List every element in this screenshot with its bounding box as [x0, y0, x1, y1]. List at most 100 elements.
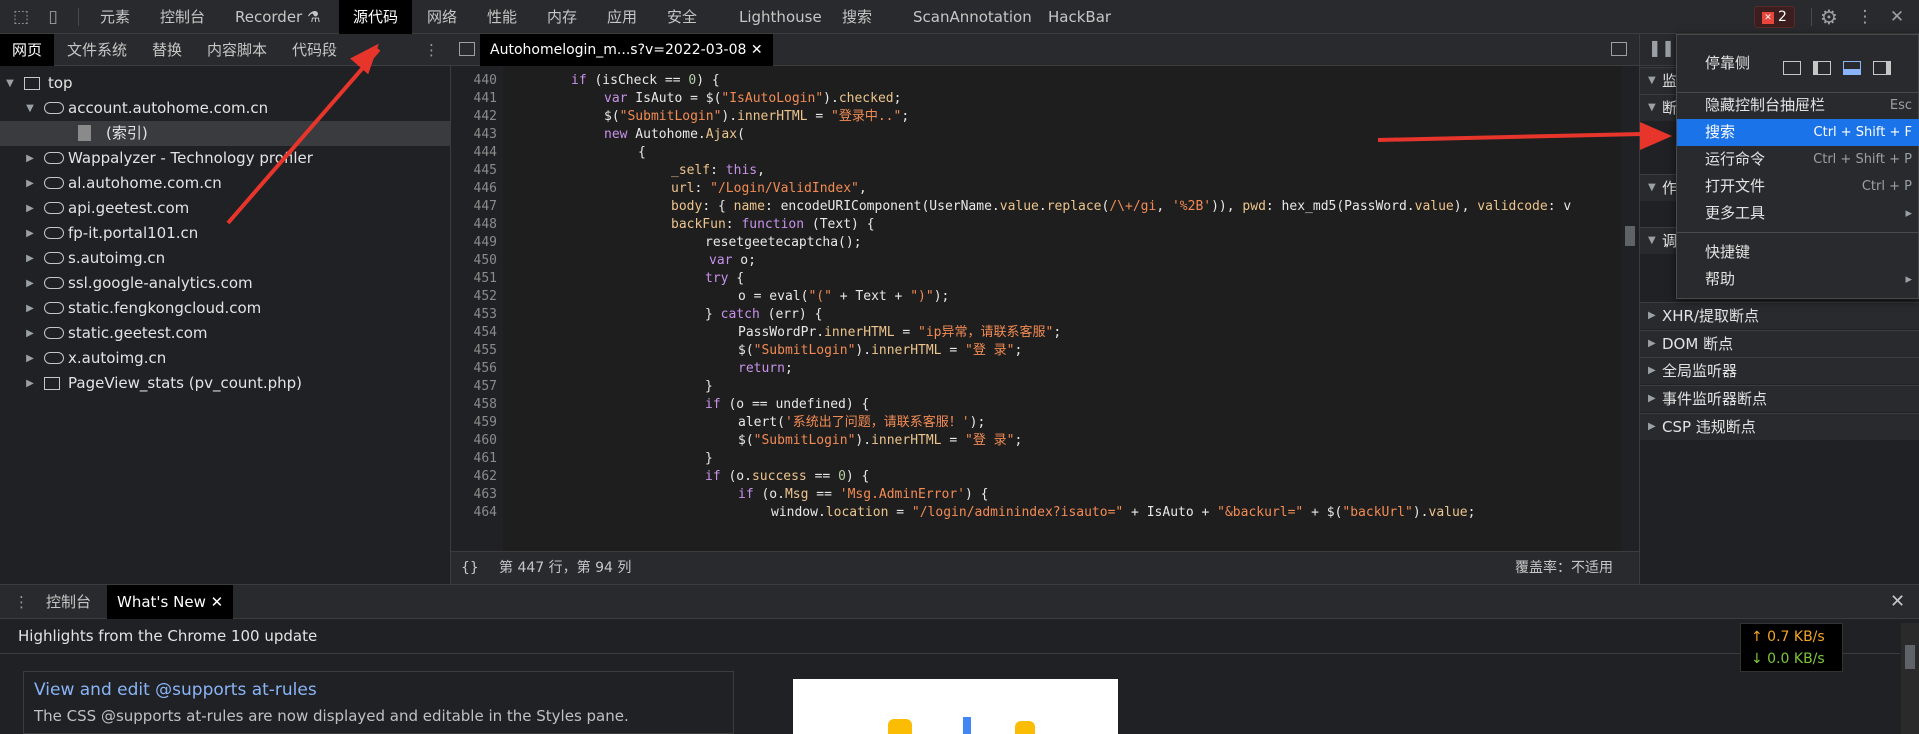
close-tab-icon[interactable]: ✕ [211, 593, 224, 611]
debugger-section[interactable]: ▶ DOM 断点 [1640, 330, 1919, 357]
tab-performance[interactable]: 性能 [487, 0, 517, 34]
device-toolbar-icon[interactable]: ▯ [42, 6, 64, 28]
menu-item[interactable]: 快捷键 [1677, 239, 1919, 266]
tree-item[interactable]: ▶ al.autohome.com.cn [0, 171, 451, 196]
expand-down-icon[interactable]: ▼ [4, 71, 16, 96]
vertical-scroll-thumb[interactable] [1625, 226, 1635, 246]
dock-left-icon[interactable] [1813, 61, 1831, 75]
nav-tab-snippets[interactable]: 代码段 [292, 34, 337, 66]
tree-item[interactable]: ▶ PageView_stats (pv_count.php) [0, 371, 451, 396]
tab-search[interactable]: 搜索 [842, 0, 872, 34]
menu-divider [1677, 232, 1919, 233]
debugger-section[interactable]: ▶ CSP 违规断点 [1640, 413, 1919, 440]
pause-icon[interactable]: ❚❚ [1648, 38, 1675, 57]
tree-item[interactable]: ▶ static.fengkongcloud.com [0, 296, 451, 321]
tab-scanannotation[interactable]: ScanAnnotation [913, 0, 1032, 34]
toggle-debugger-icon[interactable] [1611, 42, 1627, 56]
expand-right-icon[interactable]: ▶ [24, 146, 36, 171]
debugger-section[interactable]: ▶ 事件监听器断点 [1640, 385, 1919, 412]
menu-item[interactable]: 更多工具 ▸ [1677, 200, 1919, 227]
tree-item[interactable]: ▶ Wappalyzer - Technology profiler [0, 146, 451, 171]
expand-right-icon[interactable]: ▶ [24, 171, 36, 196]
tab-sources[interactable]: 源代码 [339, 0, 413, 34]
error-icon: ✕ [1762, 12, 1775, 24]
expand-right-icon[interactable]: ▶ [24, 221, 36, 246]
dock-right-icon[interactable] [1873, 61, 1891, 75]
expand-right-icon[interactable]: ▶ [24, 371, 36, 396]
menu-item[interactable]: 搜索 Ctrl + Shift + F [1677, 119, 1919, 146]
expand-down-icon: ▼ [1648, 235, 1656, 246]
nav-tab-page[interactable]: 网页 [0, 34, 55, 66]
tree-item[interactable]: ▶ x.autoimg.cn [0, 346, 451, 371]
feature-card-title[interactable]: View and edit @supports at-rules [34, 680, 317, 700]
menu-item[interactable]: 打开文件 Ctrl + P [1677, 173, 1919, 200]
drawer-menu-icon[interactable]: ⋮ [14, 585, 29, 619]
dock-bottom-icon[interactable] [1843, 61, 1861, 75]
menu-item[interactable]: 隐藏控制台抽屉栏 Esc [1677, 92, 1919, 119]
tree-item-label: al.autohome.com.cn [68, 174, 222, 192]
drawer-tab-whats-new[interactable]: What's New ✕ [107, 585, 234, 619]
inspect-element-icon[interactable]: ⬚ [10, 6, 32, 28]
expand-down-icon: ▼ [1648, 75, 1656, 86]
close-devtools-icon[interactable]: ✕ [1886, 6, 1908, 28]
menu-item[interactable]: 运行命令 Ctrl + Shift + P [1677, 146, 1919, 173]
tree-item-label: fp-it.portal101.cn [68, 224, 199, 242]
drawer-tab-console[interactable]: 控制台 [46, 585, 91, 619]
upload-speed: ↑ 0.7 KB/s [1751, 629, 1825, 645]
pretty-print-button[interactable]: {} [461, 552, 479, 584]
nav-tab-filesystem[interactable]: 文件系统 [67, 34, 127, 66]
expand-right-icon[interactable]: ▶ [24, 246, 36, 271]
expand-right-icon[interactable]: ▶ [24, 346, 36, 371]
open-file-tab[interactable]: Autohomelogin_m...s?v=2022-03-08 ✕ [480, 34, 773, 66]
close-tab-icon[interactable]: ✕ [751, 42, 763, 58]
expand-right-icon[interactable]: ▶ [24, 296, 36, 321]
more-tabs-icon[interactable]: ⋮ [424, 34, 439, 66]
tree-item-label: x.autoimg.cn [68, 349, 167, 367]
settings-gear-icon[interactable]: ⚙ [1818, 6, 1840, 28]
expand-right-icon[interactable]: ▶ [24, 321, 36, 346]
tab-console[interactable]: 控制台 [160, 0, 205, 34]
tab-security[interactable]: 安全 [667, 0, 697, 34]
tab-elements[interactable]: 元素 [100, 0, 130, 34]
tree-item[interactable]: (索引) [0, 121, 451, 146]
menu-item[interactable]: 帮助 ▸ [1677, 266, 1919, 293]
tree-item[interactable]: ▶ ssl.google-analytics.com [0, 271, 451, 296]
tree-item[interactable]: ▶ static.geetest.com [0, 321, 451, 346]
expand-right-icon[interactable]: ▶ [24, 271, 36, 296]
feature-card[interactable]: View and edit @supports at-rules The CSS… [23, 671, 734, 734]
tree-item[interactable]: ▶ api.geetest.com [0, 196, 451, 221]
cloud-icon [44, 302, 64, 314]
tab-memory[interactable]: 内存 [547, 0, 577, 34]
tab-application[interactable]: 应用 [607, 0, 637, 34]
drawer-scroll-thumb[interactable] [1905, 645, 1915, 669]
cloud-icon [44, 327, 64, 339]
undock-icon[interactable] [1783, 61, 1801, 75]
error-count-badge[interactable]: ✕ 2 [1754, 6, 1795, 28]
debugger-section[interactable]: ▶ XHR/提取断点 [1640, 302, 1919, 329]
more-options-icon[interactable]: ⋮ [1854, 6, 1876, 28]
close-drawer-icon[interactable]: ✕ [1890, 585, 1905, 619]
tab-hackbar[interactable]: HackBar [1048, 0, 1111, 34]
tree-item[interactable]: ▶ s.autoimg.cn [0, 246, 451, 271]
dock-side-row: 停靠侧 [1677, 45, 1919, 81]
vertical-scrollbar[interactable] [1621, 66, 1639, 564]
tree-item[interactable]: ▼ top [0, 71, 451, 96]
code-area[interactable]: if (isCheck == 0) { var IsAuto = $("IsAu… [451, 66, 1621, 564]
menu-item-label: 帮助 [1705, 270, 1736, 288]
drawer-tabs: ⋮ 控制台 What's New ✕ ✕ [0, 585, 1919, 619]
nav-tab-content-scripts[interactable]: 内容脚本 [207, 34, 267, 66]
tab-lighthouse[interactable]: Lighthouse [739, 0, 822, 34]
debugger-section[interactable]: ▶ 全局监听器 [1640, 357, 1919, 384]
tab-recorder[interactable]: Recorder ⚗ [235, 0, 320, 34]
tree-item[interactable]: ▼ account.autohome.com.cn [0, 96, 451, 121]
toggle-navigator-icon[interactable] [459, 42, 475, 56]
debugger-section-label: 断 [1662, 99, 1678, 117]
expand-down-icon[interactable]: ▼ [24, 96, 36, 121]
expand-right-icon[interactable]: ▶ [24, 196, 36, 221]
tree-item[interactable]: ▶ fp-it.portal101.cn [0, 221, 451, 246]
menu-item-label: 更多工具 [1705, 204, 1766, 222]
drawer-scrollbar[interactable] [1901, 623, 1919, 734]
nav-tab-overrides[interactable]: 替换 [152, 34, 182, 66]
menu-item-label: 运行命令 [1705, 150, 1766, 168]
tab-network[interactable]: 网络 [427, 0, 457, 34]
